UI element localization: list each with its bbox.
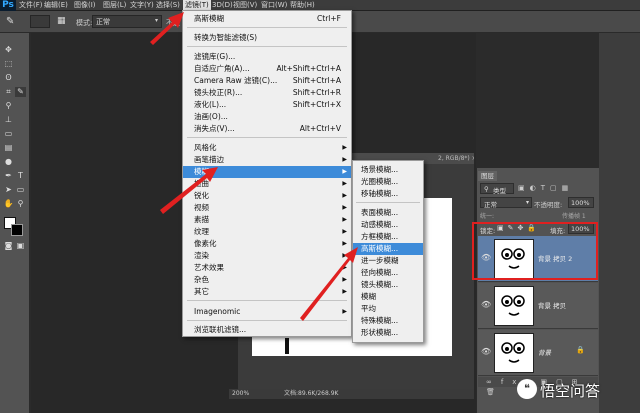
watermark-text: 悟空问答 (540, 382, 601, 400)
annotation-arrows (150, 12, 358, 321)
red-arrow-blur (160, 167, 218, 214)
chat-bubble-icon: ❝ (517, 379, 537, 399)
red-arrow-menu (150, 12, 184, 45)
red-arrow-gaussian (300, 247, 358, 321)
